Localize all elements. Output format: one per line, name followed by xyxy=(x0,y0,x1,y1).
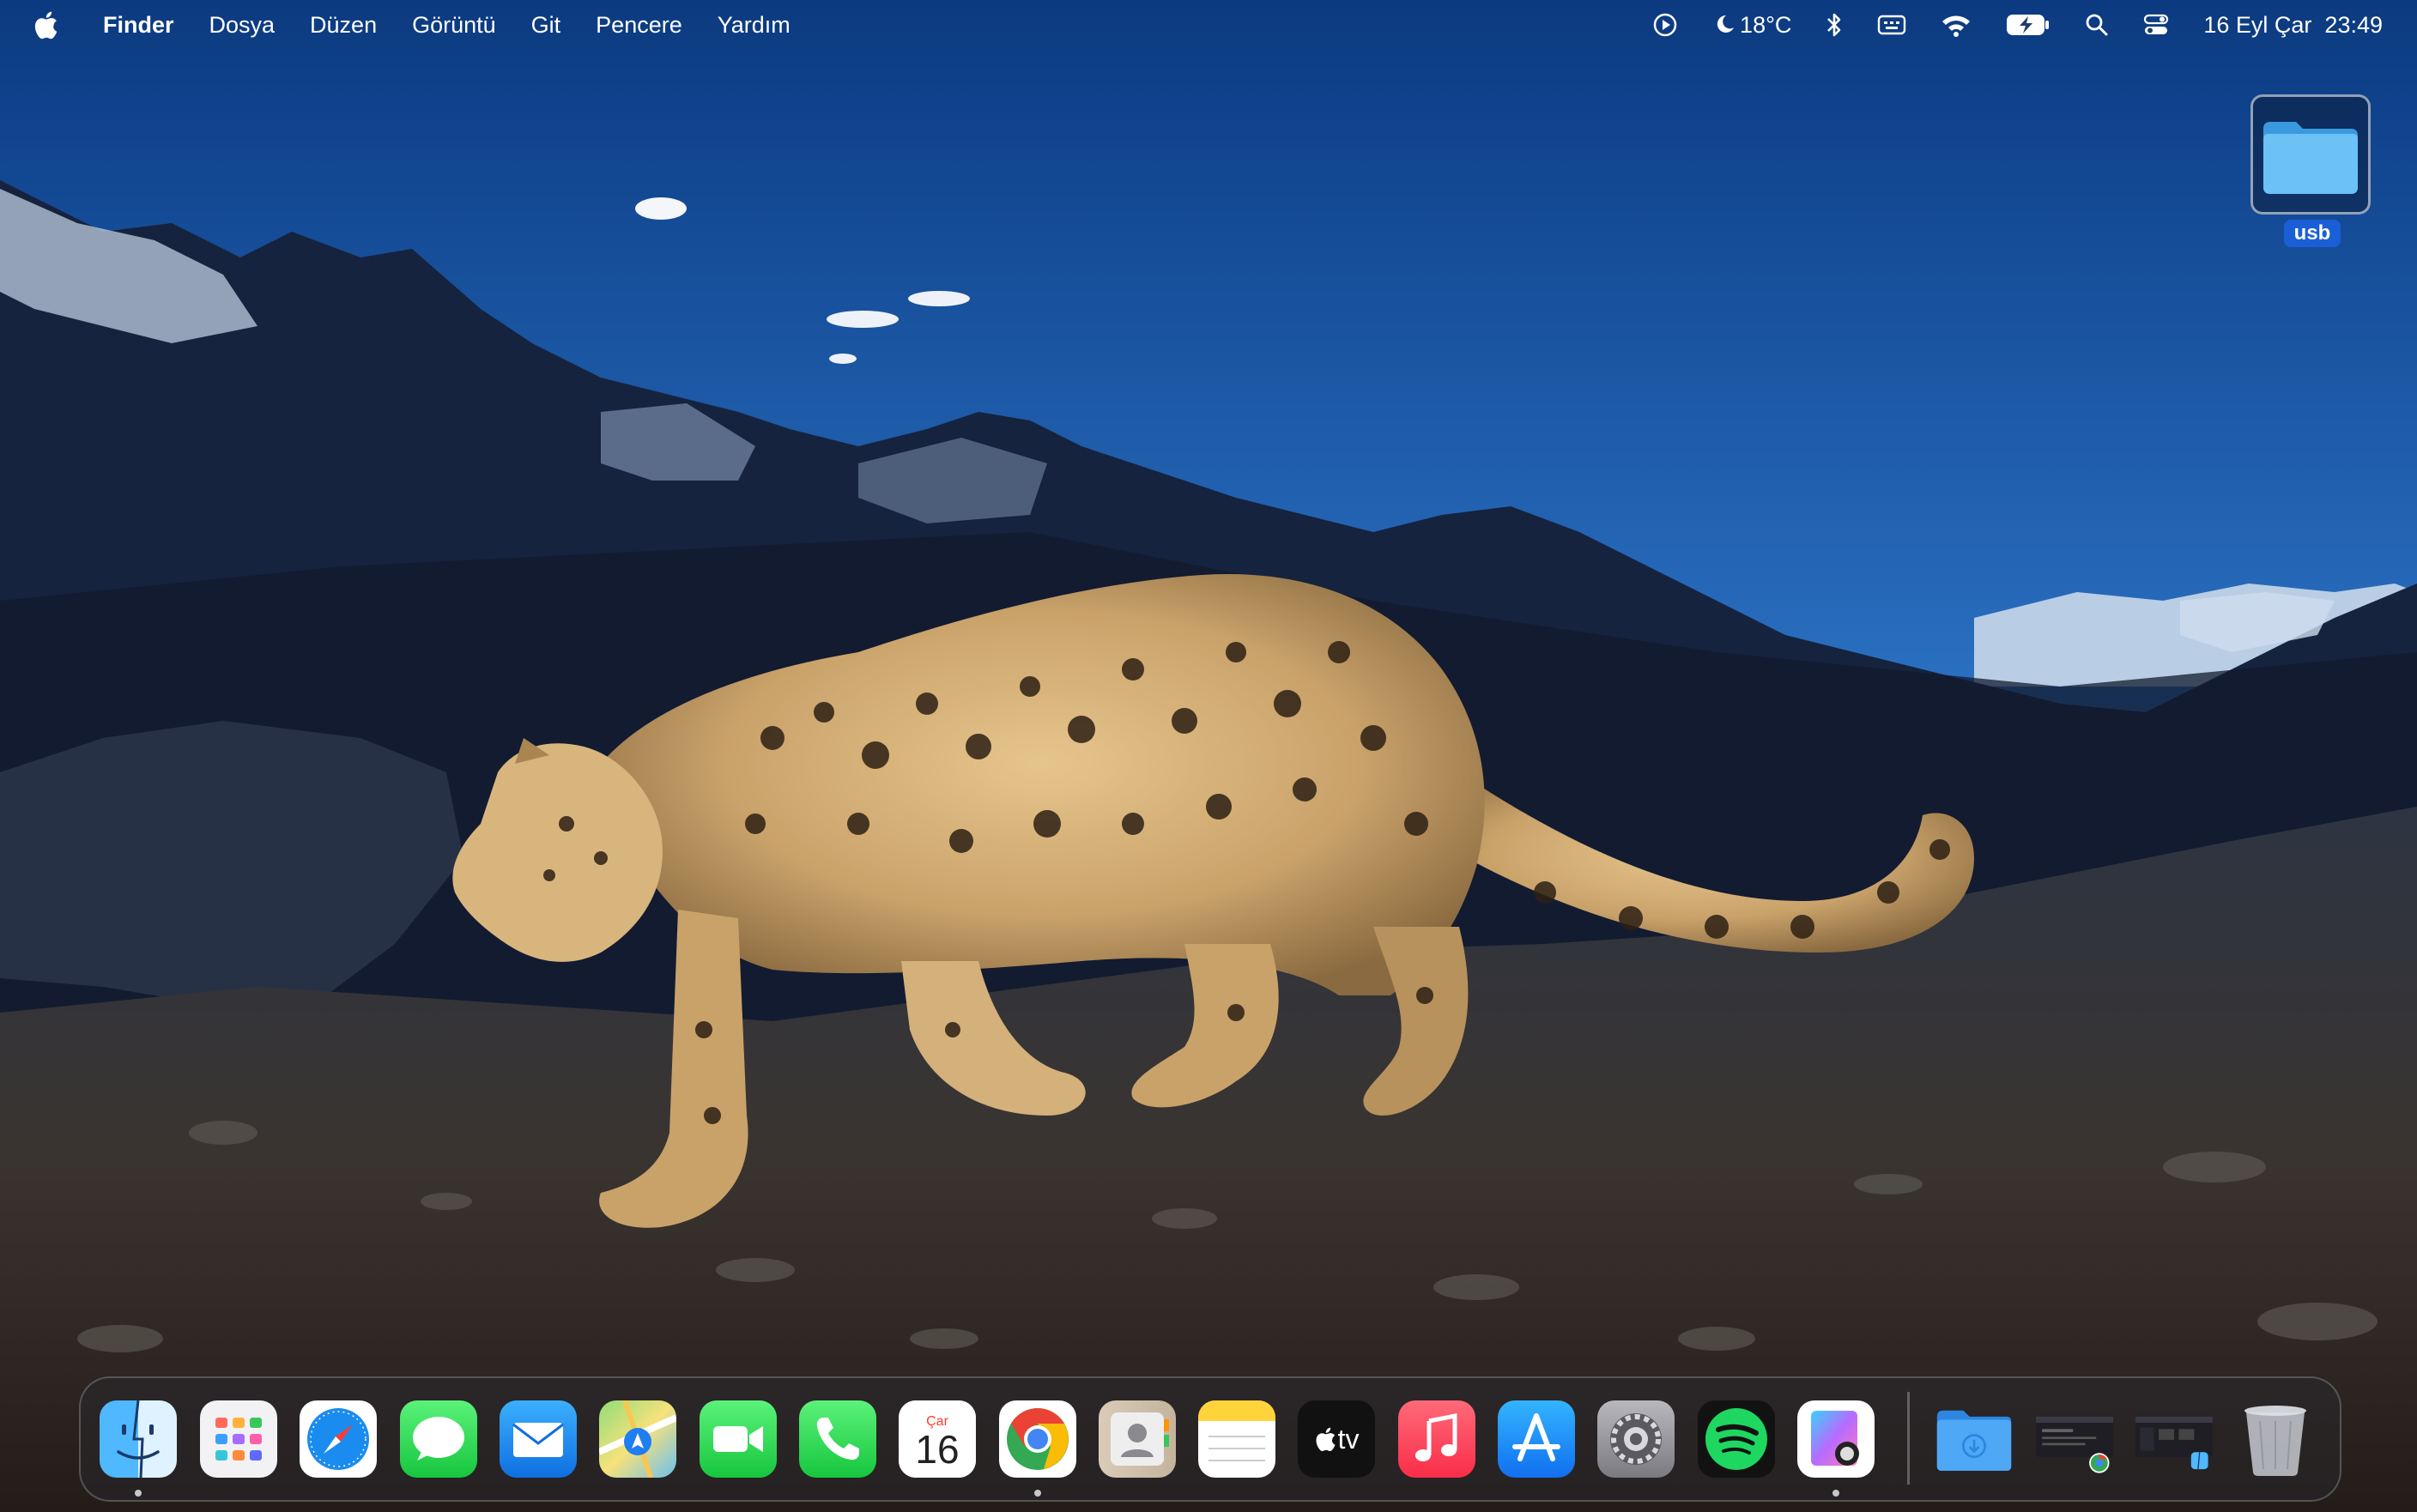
dock-maps[interactable] xyxy=(599,1400,676,1478)
dock-separator xyxy=(1907,1392,1910,1485)
dock-mail[interactable] xyxy=(500,1400,577,1478)
now-playing-icon[interactable] xyxy=(1652,12,1678,38)
bluetooth-icon[interactable] xyxy=(1826,11,1843,39)
dock-facetime[interactable] xyxy=(700,1400,777,1478)
preview-icon xyxy=(1811,1411,1859,1466)
menu-git[interactable]: Git xyxy=(531,12,561,39)
contacts-icon xyxy=(1111,1412,1169,1466)
dock-notes[interactable] xyxy=(1198,1400,1275,1478)
mail-icon xyxy=(512,1423,564,1457)
finder-icon xyxy=(117,1400,160,1478)
dock-running-indicator xyxy=(1832,1490,1839,1497)
dock-system-settings[interactable] xyxy=(1597,1400,1675,1478)
dock-app-store[interactable] xyxy=(1498,1400,1575,1478)
menu-bar: Finder Dosya Düzen Görüntü Git Pencere Y… xyxy=(0,0,2417,50)
menu-duzen[interactable]: Düzen xyxy=(310,12,377,39)
menu-yardim[interactable]: Yardım xyxy=(718,12,791,39)
dock-apple-tv[interactable]: tv xyxy=(1298,1400,1375,1478)
dock-phone[interactable] xyxy=(799,1400,876,1478)
wifi-icon[interactable] xyxy=(1941,13,1972,37)
dock-spotify[interactable] xyxy=(1698,1400,1775,1478)
app-store-icon xyxy=(1512,1413,1560,1461)
chrome-window-thumbnail xyxy=(2036,1416,2113,1473)
menu-pencere[interactable]: Pencere xyxy=(596,12,682,39)
dock-chrome-window-thumbnail[interactable] xyxy=(2036,1400,2113,1478)
dock-finder-window-thumbnail[interactable] xyxy=(2135,1400,2213,1478)
menu-goruntu[interactable]: Görüntü xyxy=(412,12,496,39)
spotify-icon xyxy=(1705,1408,1767,1470)
downloads-folder-icon xyxy=(1936,1410,2012,1471)
desktop-folder-selection xyxy=(2250,94,2371,215)
facetime-icon xyxy=(713,1426,763,1452)
dock-finder[interactable] xyxy=(100,1400,177,1478)
menu-dosya[interactable]: Dosya xyxy=(209,12,276,39)
dock-running-indicator xyxy=(135,1490,142,1497)
desktop-folder-label: usb xyxy=(2283,220,2341,247)
trash-icon xyxy=(2244,1406,2306,1476)
notes-icon xyxy=(1198,1400,1275,1461)
dock-contacts[interactable] xyxy=(1099,1400,1176,1478)
dock-trash[interactable] xyxy=(2237,1400,2314,1478)
chrome-icon xyxy=(1007,1408,1069,1470)
gear-icon xyxy=(1610,1413,1662,1465)
spotlight-search-icon[interactable] xyxy=(2085,13,2109,37)
safari-icon xyxy=(307,1408,369,1470)
finder-window-thumbnail xyxy=(2135,1416,2213,1470)
dock-downloads-folder[interactable] xyxy=(1935,1400,2013,1478)
weather-status[interactable]: 18°C xyxy=(1712,12,1791,39)
moon-cloud-icon xyxy=(1717,15,1735,33)
dock-calendar[interactable]: Çar 16 xyxy=(899,1400,976,1478)
dock-safari[interactable] xyxy=(300,1400,377,1478)
dock-launchpad[interactable] xyxy=(200,1400,277,1478)
maps-icon xyxy=(599,1400,676,1478)
apple-tv-label: tv xyxy=(1337,1423,1360,1455)
launchpad-icon xyxy=(215,1418,262,1461)
music-icon xyxy=(1415,1412,1457,1461)
folder-icon xyxy=(2263,122,2358,194)
dock-running-indicator xyxy=(1034,1490,1041,1497)
dock-preview[interactable] xyxy=(1797,1400,1875,1478)
keyboard-input-icon[interactable] xyxy=(1877,14,1906,36)
battery-charging-icon[interactable] xyxy=(2006,13,2051,37)
dock-chrome[interactable] xyxy=(999,1400,1076,1478)
apple-tv-icon xyxy=(1316,1427,1336,1452)
menu-clock[interactable]: 16 Eyl Çar 23:49 xyxy=(2203,12,2383,39)
phone-icon xyxy=(816,1418,859,1461)
menu-app-name[interactable]: Finder xyxy=(103,12,174,39)
messages-icon xyxy=(413,1417,464,1461)
apple-logo-icon[interactable] xyxy=(33,10,58,39)
control-center-icon[interactable] xyxy=(2143,13,2169,37)
dock-music[interactable] xyxy=(1398,1400,1475,1478)
calendar-day: 16 xyxy=(915,1427,960,1472)
dock-messages[interactable] xyxy=(400,1400,477,1478)
desktop-folder-usb[interactable]: usb xyxy=(2250,94,2374,247)
desktop-wallpaper xyxy=(0,0,2417,1512)
weather-temperature: 18°C xyxy=(1740,11,1792,38)
